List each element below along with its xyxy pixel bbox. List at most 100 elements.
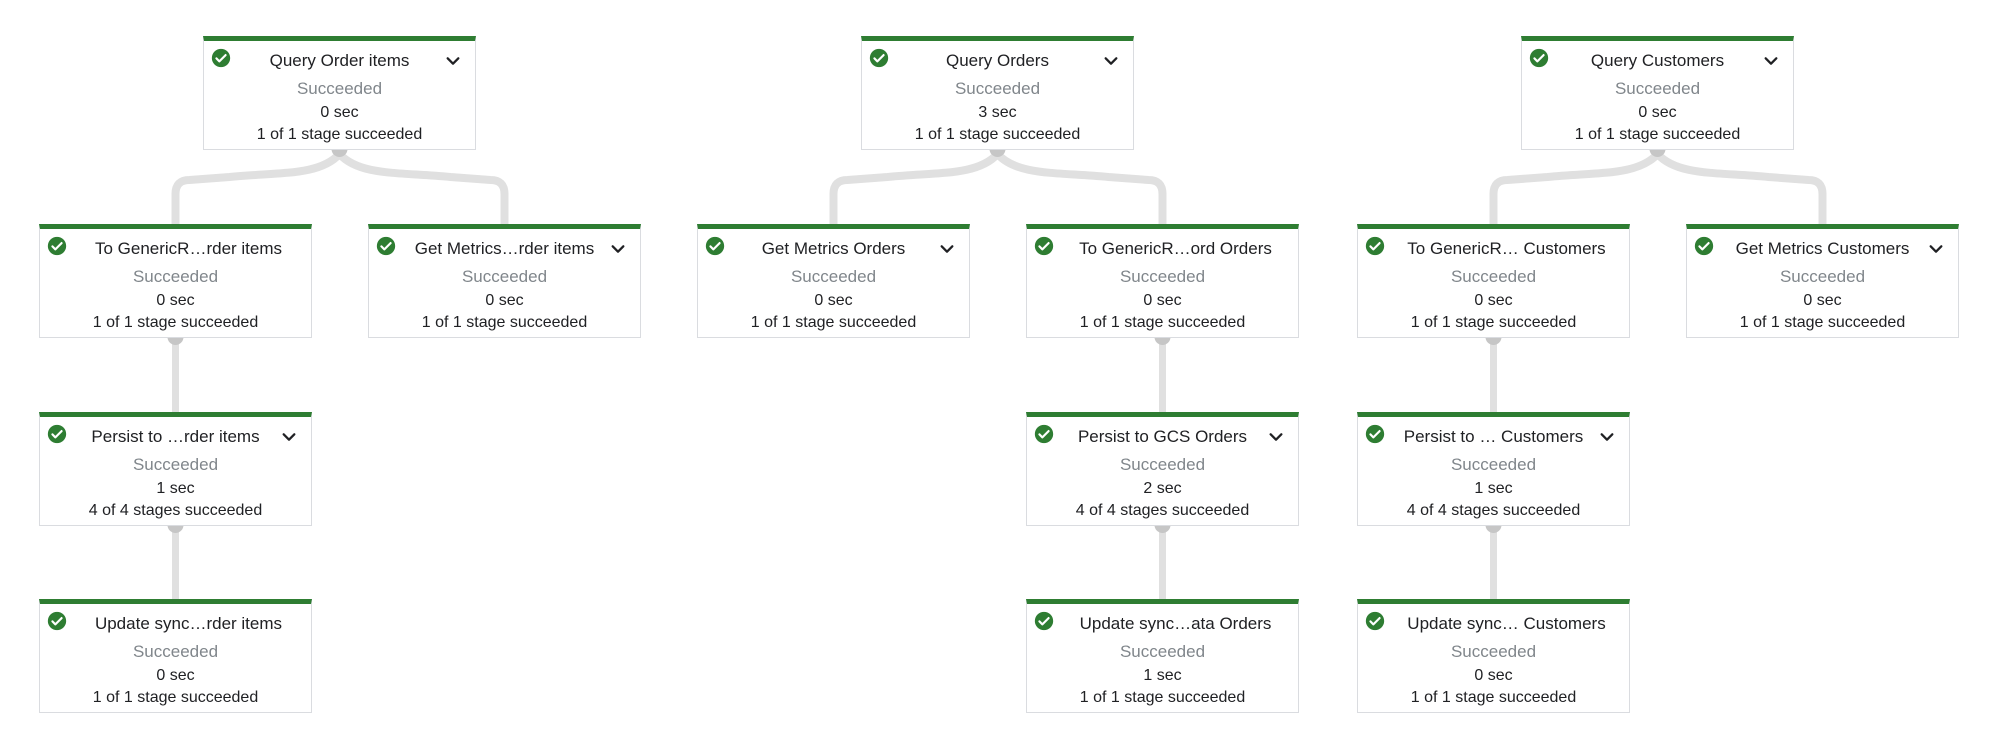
node-status: Succeeded [1450,642,1537,661]
check-circle-icon [47,611,67,631]
node-stages-summary: 1 of 1 stage succeeded [1574,126,1741,143]
node-duration: 1 sec [1143,667,1182,684]
edge-connector [1489,151,1661,224]
node-duration: 0 sec [814,292,853,309]
chevron-down-icon[interactable] [1763,53,1779,69]
node-status: Succeeded [1450,267,1537,286]
edge-anchor-knob [1154,525,1171,533]
node-duration: 3 sec [978,104,1017,121]
edge-connector [1654,151,1827,224]
pipeline-node-card[interactable]: Update sync…ata Orders Succeeded 1 sec 1 of… [1026,599,1299,713]
check-circle-icon [1034,236,1054,256]
pipeline-node-card[interactable]: To GenericR…ord Orders Succeeded 0 sec 1 of… [1026,224,1299,338]
pipeline-node-card[interactable]: Persist to … Customers Succeeded 1 sec 4 of… [1357,412,1630,526]
check-circle-icon [1365,236,1385,256]
node-duration: 2 sec [1143,480,1182,497]
chevron-down-icon[interactable] [281,429,297,445]
node-duration: 0 sec [1474,667,1513,684]
pipeline-node-card[interactable]: Query Orders Succeeded 3 sec 1 of 1 stage s… [861,36,1134,150]
node-duration: 1 sec [156,480,195,497]
node-duration: 0 sec [320,104,359,121]
node-title: To GenericR…rder items [94,239,283,258]
node-status: Succeeded [132,267,219,286]
pipeline-node-card[interactable]: To GenericR… Customers Succeeded 0 sec 1 of… [1357,224,1630,338]
node-title: To GenericR…ord Orders [1079,239,1272,258]
pipeline-node-card[interactable]: Get Metrics…rder items Succeeded 0 sec 1 of… [368,224,641,338]
pipeline-node-card[interactable]: Persist to GCS Orders Succeeded 2 sec 4 of … [1026,412,1299,526]
node-stages-summary: 4 of 4 stages succeeded [1075,502,1250,519]
node-stages-summary: 1 of 1 stage succeeded [914,126,1081,143]
node-duration: 0 sec [1474,292,1513,309]
pipeline-node-card[interactable]: To GenericR…rder items Succeeded 0 sec 1 of… [39,224,312,338]
node-status: Succeeded [1614,79,1701,98]
chevron-down-icon[interactable] [1928,241,1944,257]
node-duration: 1 sec [1474,480,1513,497]
node-duration: 0 sec [1638,104,1677,121]
node-stages-summary: 1 of 1 stage succeeded [1079,314,1246,331]
pipeline-node-card[interactable]: Get Metrics Orders Succeeded 0 sec 1 of 1 s… [697,224,970,338]
node-stages-summary: 1 of 1 stage succeeded [1079,689,1246,706]
node-title: Update sync…ata Orders [1079,614,1272,633]
node-stages-summary: 1 of 1 stage succeeded [1410,314,1577,331]
node-title: Get Metrics…rder items [414,239,595,258]
node-stages-summary: 1 of 1 stage succeeded [92,314,259,331]
node-status: Succeeded [132,455,219,474]
edge-anchor-knob [167,337,184,345]
pipeline-node-card[interactable]: Get Metrics Customers Succeeded 0 sec 1 of … [1686,224,1959,338]
chevron-down-icon[interactable] [445,53,461,69]
pipeline-node-card[interactable]: Query Customers Succeeded 0 sec 1 of 1 stag… [1521,36,1794,150]
node-title: Query Customers [1590,51,1725,70]
node-title: Persist to … Customers [1403,427,1584,446]
chevron-down-icon[interactable] [1599,429,1615,445]
node-stages-summary: 4 of 4 stages succeeded [1406,502,1581,519]
node-title: Get Metrics Orders [761,239,906,258]
pipeline-node-card[interactable]: Update sync…rder items Succeeded 0 sec 1 of… [39,599,312,713]
node-duration: 0 sec [485,292,524,309]
node-stages-summary: 1 of 1 stage succeeded [92,689,259,706]
node-duration: 0 sec [1803,292,1842,309]
node-title: Get Metrics Customers [1735,239,1910,258]
node-title: Persist to …rder items [91,427,260,446]
node-title: Query Orders [946,51,1049,70]
edge-connector [829,151,1001,224]
pipeline-node-card[interactable]: Update sync… Customers Succeeded 0 sec 1 of… [1357,599,1630,713]
node-stages-summary: 4 of 4 stages succeeded [88,502,263,519]
check-circle-icon [1034,611,1054,631]
chevron-down-icon[interactable] [1103,53,1119,69]
node-status: Succeeded [296,79,383,98]
node-stages-summary: 1 of 1 stage succeeded [1739,314,1906,331]
node-duration: 0 sec [156,667,195,684]
chevron-down-icon[interactable] [939,241,955,257]
edge-anchor-knob [1485,337,1502,345]
node-status: Succeeded [1779,267,1866,286]
node-stages-summary: 1 of 1 stage succeeded [1410,689,1577,706]
node-duration: 0 sec [1143,292,1182,309]
node-stages-summary: 1 of 1 stage succeeded [256,126,423,143]
edge-connector [171,151,343,224]
edge-anchor-knob [167,525,184,533]
node-status: Succeeded [1450,455,1537,474]
node-duration: 0 sec [156,292,195,309]
node-title: To GenericR… Customers [1407,239,1606,258]
node-status: Succeeded [461,267,548,286]
edge-connector [336,151,509,224]
node-status: Succeeded [132,642,219,661]
pipeline-node-card[interactable]: Query Order items Succeeded 0 sec 1 of 1 st… [203,36,476,150]
check-circle-icon [1365,611,1385,631]
node-status: Succeeded [1119,642,1206,661]
chevron-down-icon[interactable] [610,241,626,257]
node-stages-summary: 1 of 1 stage succeeded [750,314,917,331]
node-status: Succeeded [1119,455,1206,474]
edge-connector [994,151,1167,224]
node-title: Update sync…rder items [94,614,283,633]
pipeline-node-card[interactable]: Persist to …rder items Succeeded 1 sec 4 of… [39,412,312,526]
node-title: Query Order items [269,51,410,70]
check-circle-icon [47,236,67,256]
node-status: Succeeded [790,267,877,286]
node-title: Update sync… Customers [1407,614,1606,633]
chevron-down-icon[interactable] [1268,429,1284,445]
node-title: Persist to GCS Orders [1077,427,1248,446]
node-status: Succeeded [954,79,1041,98]
edge-anchor-knob [1485,525,1502,533]
node-stages-summary: 1 of 1 stage succeeded [421,314,588,331]
